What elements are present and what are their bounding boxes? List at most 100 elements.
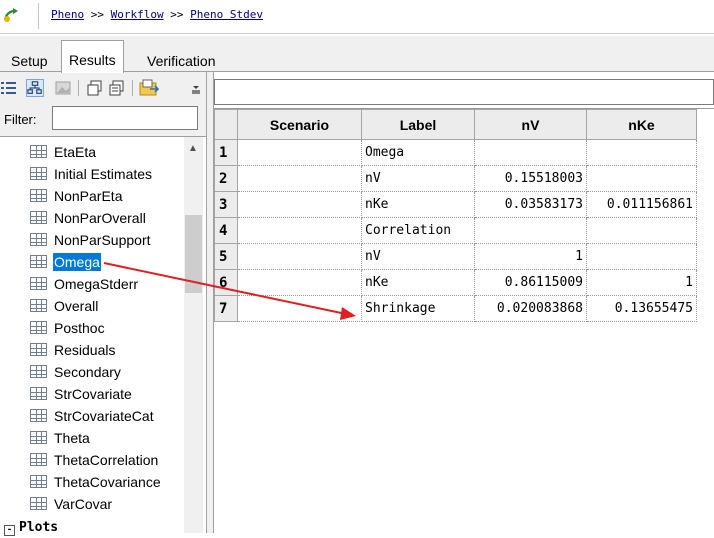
cell-scenario[interactable] — [237, 243, 362, 270]
cell-nke[interactable] — [586, 217, 697, 244]
table-icon — [30, 167, 47, 180]
toolbar-separator — [132, 80, 133, 96]
table-icon — [30, 409, 47, 422]
table-icon — [30, 475, 47, 488]
tree-item-label: EtaEta — [54, 144, 97, 160]
grid-header-bar — [214, 79, 714, 105]
corner-cell[interactable] — [214, 109, 238, 140]
results-tree: EtaEta Initial Estimates NonParEta NonPa… — [0, 136, 206, 533]
tree-item-label: StrCovariate — [54, 386, 132, 402]
row-number[interactable]: 5 — [214, 243, 238, 270]
cell-scenario[interactable] — [237, 191, 362, 218]
cell-nke[interactable] — [586, 139, 697, 166]
row-number[interactable]: 7 — [214, 295, 238, 322]
cell-scenario[interactable] — [237, 295, 362, 322]
cell-nv[interactable]: 0.020083868 — [474, 295, 587, 322]
copy-all-icon[interactable] — [108, 79, 126, 97]
column-header-scenario[interactable]: Scenario — [237, 109, 362, 140]
list-view-icon[interactable] — [0, 79, 18, 97]
collapse-icon[interactable]: - — [4, 525, 15, 536]
cell-label[interactable]: nKe — [361, 269, 475, 296]
breadcrumb-link-workflow[interactable]: Workflow — [111, 8, 164, 21]
filter-label: Filter: — [4, 112, 37, 127]
cell-nke[interactable]: 0.011156861 — [586, 191, 697, 218]
cell-scenario[interactable] — [237, 139, 362, 166]
table-row[interactable]: 7 Shrinkage 0.020083868 0.13655475 — [214, 295, 697, 322]
table-icon — [30, 453, 47, 466]
row-number[interactable]: 4 — [214, 217, 238, 244]
tab-strip: Setup Results Verification — [0, 36, 714, 73]
tab-results[interactable]: Results — [61, 40, 124, 73]
breadcrumb-separator: >> — [170, 8, 184, 21]
image-icon[interactable] — [54, 79, 72, 97]
row-number[interactable]: 1 — [214, 139, 238, 166]
cell-label[interactable]: nKe — [361, 191, 475, 218]
tree-item-label: Residuals — [54, 342, 116, 358]
tree-scrollbar[interactable]: ▲ — [184, 137, 203, 533]
cell-nv[interactable] — [474, 139, 587, 166]
results-grid-pane: Scenario Label nV nKe 1 Omega 2 nV 0.155… — [214, 72, 714, 533]
toolbar-separator — [78, 80, 79, 96]
tab-setup[interactable]: Setup — [4, 50, 55, 72]
tree-view-icon[interactable] — [26, 79, 44, 97]
breadcrumb-link-pheno-stdev[interactable]: Pheno Stdev — [190, 8, 263, 21]
cell-nv[interactable]: 0.15518003 — [474, 165, 587, 192]
table-icon — [30, 343, 47, 356]
table-header-row: Scenario Label nV nKe — [214, 109, 697, 140]
cell-scenario[interactable] — [237, 269, 362, 296]
cell-nke[interactable]: 0.13655475 — [586, 295, 697, 322]
cell-nv[interactable] — [474, 217, 587, 244]
breadcrumb-separator: >> — [90, 8, 104, 21]
row-number[interactable]: 3 — [214, 191, 238, 218]
row-number[interactable]: 6 — [214, 269, 238, 296]
column-header-nke[interactable]: nKe — [586, 109, 697, 140]
cell-scenario[interactable] — [237, 217, 362, 244]
pane-splitter[interactable] — [206, 72, 214, 533]
column-header-nv[interactable]: nV — [474, 109, 587, 140]
tree-item-label: Initial Estimates — [54, 166, 153, 182]
scrollbar-thumb[interactable] — [185, 215, 202, 293]
table-icon — [30, 189, 47, 202]
table-icon — [30, 431, 47, 444]
copy-icon[interactable] — [86, 79, 104, 97]
table-icon — [30, 365, 47, 378]
table-row[interactable]: 5 nV 1 — [214, 243, 697, 270]
table-row[interactable]: 1 Omega — [214, 139, 697, 166]
cell-label[interactable]: Shrinkage — [361, 295, 475, 322]
cell-nv[interactable]: 0.86115009 — [474, 269, 587, 296]
filter-input[interactable] — [52, 106, 198, 130]
table-icon — [30, 255, 47, 268]
table-icon — [30, 145, 47, 158]
cell-label[interactable]: Omega — [361, 139, 475, 166]
tree-item-label: Theta — [54, 430, 90, 446]
cell-nke[interactable] — [586, 243, 697, 270]
tab-verification[interactable]: Verification — [140, 50, 222, 72]
table-row[interactable]: 3 nKe 0.03583173 0.011156861 — [214, 191, 697, 218]
export-icon[interactable] — [138, 79, 160, 97]
cell-nv[interactable]: 1 — [474, 243, 587, 270]
table-row[interactable]: 4 Correlation — [214, 217, 697, 244]
tree-item-label: ThetaCorrelation — [54, 452, 159, 468]
tree-item-label: StrCovariateCat — [54, 408, 154, 424]
cell-scenario[interactable] — [237, 165, 362, 192]
table-icon — [30, 233, 47, 246]
table-row[interactable]: 2 nV 0.15518003 — [214, 165, 697, 192]
row-number[interactable]: 2 — [214, 165, 238, 192]
results-tree-pane: Filter: EtaEta Initial Estimates NonParE… — [0, 72, 206, 536]
workflow-icon[interactable] — [2, 6, 20, 24]
table-row[interactable]: 6 nKe 0.86115009 1 — [214, 269, 697, 296]
cell-nke[interactable] — [586, 165, 697, 192]
cell-nv[interactable]: 0.03583173 — [474, 191, 587, 218]
cell-nke[interactable]: 1 — [586, 269, 697, 296]
cell-label[interactable]: Correlation — [361, 217, 475, 244]
tree-item-label: Posthoc — [54, 320, 105, 336]
table-icon — [30, 321, 47, 334]
cell-label[interactable]: nV — [361, 165, 475, 192]
column-header-label[interactable]: Label — [361, 109, 475, 140]
dropdown-icon[interactable] — [190, 79, 202, 97]
tree-node-plots[interactable]: - Plots — [4, 520, 58, 538]
breadcrumb-link-pheno[interactable]: Pheno — [51, 8, 84, 21]
chevron-up-icon[interactable]: ▲ — [188, 143, 198, 154]
table-icon — [30, 211, 47, 224]
cell-label[interactable]: nV — [361, 243, 475, 270]
